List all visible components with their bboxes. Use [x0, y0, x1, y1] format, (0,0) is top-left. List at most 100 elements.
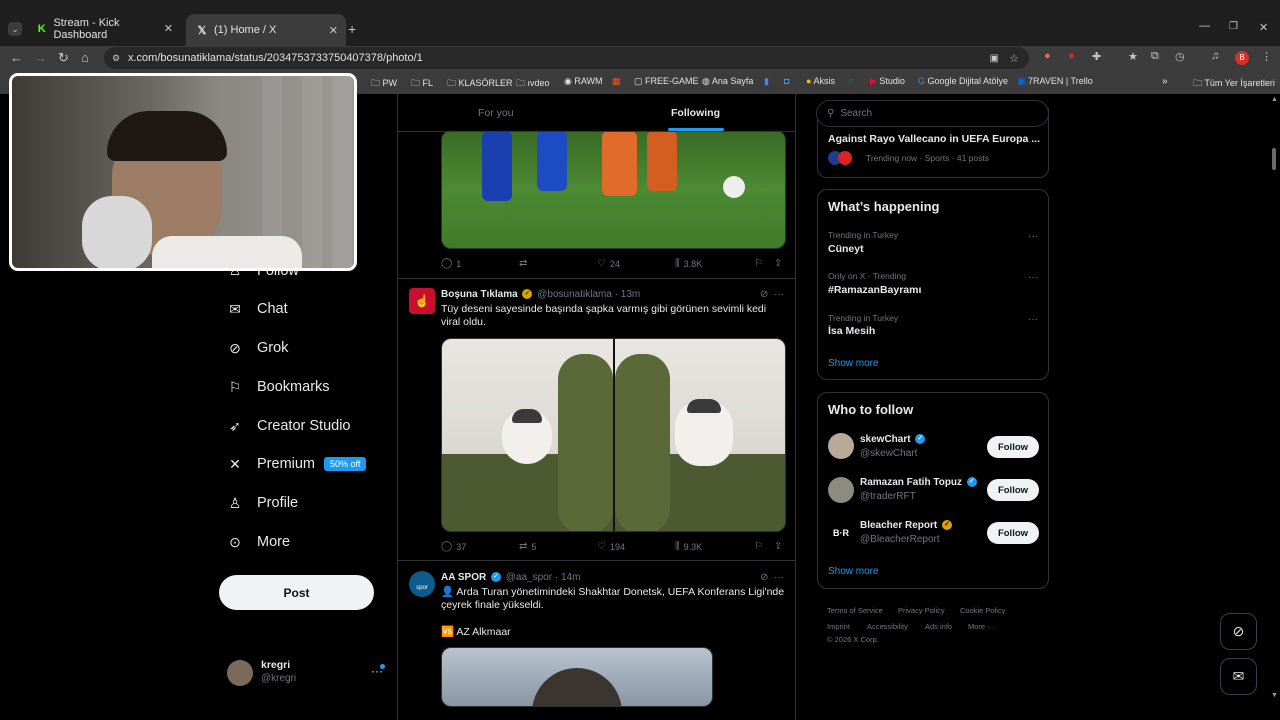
bookmark-star-icon[interactable]: ☆ [1009, 52, 1019, 65]
bookmark-item[interactable]: ◌ [848, 76, 853, 86]
avatar[interactable]: spor [409, 571, 435, 597]
share-button[interactable]: ⇪ [774, 258, 786, 269]
views-button[interactable]: ⫼ 9.3K [675, 541, 702, 552]
bookmark-button[interactable]: ⚐ [754, 258, 767, 269]
author-handle[interactable]: @bosunatiklama [537, 289, 612, 300]
bookmark-item[interactable]: 🗀 ıvdeo [516, 76, 550, 92]
reply-button[interactable]: ◯ 1 [441, 258, 461, 269]
tweet-time[interactable]: · 14m [555, 572, 581, 583]
grok-icon[interactable]: ⊘ [760, 289, 768, 300]
trend-name[interactable]: İsa Mesih [828, 325, 875, 337]
tab-following[interactable]: Following [671, 107, 720, 119]
nav-grok[interactable]: ⊘ Grok [226, 334, 288, 362]
bookmark-item[interactable]: ▣ 7RAVEN | Trello [1017, 76, 1093, 87]
footer-link-privacy[interactable]: Privacy Policy [898, 603, 945, 619]
bookmark-item[interactable]: ◍ Ana Sayfa [702, 76, 753, 87]
user-name[interactable]: skewChart ✓ [860, 434, 927, 445]
more-bookmarks-icon[interactable]: » [1162, 76, 1168, 87]
home-icon[interactable]: ⌂ [81, 50, 89, 65]
footer-link-ads-info[interactable]: Ads info [925, 619, 952, 635]
bookmark-item[interactable]: 🗀 KLASÖRLER [447, 76, 513, 92]
bookmark-button[interactable]: ⚐ [754, 541, 767, 552]
page-scrollbar[interactable]: ▲ ▼ [1268, 94, 1280, 720]
tab-x-home[interactable]: 𝕏 (1) Home / X ✕ [186, 14, 346, 46]
browser-menu-icon[interactable]: ⋮ [1261, 50, 1272, 63]
follow-button[interactable]: Follow [987, 522, 1039, 544]
bookmark-item[interactable]: ▢ FREE-GAME [634, 76, 699, 87]
nav-chat[interactable]: ✉ Chat [226, 295, 288, 323]
author-name[interactable]: Boşuna Tıklama [441, 289, 518, 300]
account-switcher[interactable]: kregri @kregri ··· [227, 658, 387, 690]
bookmark-item[interactable]: ● Aksis [806, 76, 835, 86]
footer-link-more[interactable]: More ··· [968, 619, 995, 635]
footer-link-terms[interactable]: Terms of Service [827, 603, 883, 619]
trend-name[interactable]: #RamazanBayramı [828, 284, 921, 296]
reading-list-icon[interactable]: ★ [1128, 50, 1138, 63]
more-dots-icon[interactable]: ··· [774, 572, 784, 583]
extension-record-icon[interactable]: ● [1068, 50, 1075, 62]
user-name[interactable]: Bleacher Report ✓ [860, 520, 954, 531]
show-more-link[interactable]: Show more [828, 358, 879, 369]
repost-button[interactable]: ⇄ 5 [519, 541, 536, 552]
tab-for-you[interactable]: For you [478, 107, 514, 119]
more-dots-icon[interactable]: ··· [774, 289, 784, 300]
site-info-icon[interactable]: ⚙ [112, 53, 120, 64]
messages-fab-button[interactable]: ✉ [1220, 658, 1257, 695]
extension-icon[interactable]: ● [1044, 50, 1051, 62]
bookmark-item[interactable]: ▮ [764, 76, 769, 87]
minimize-icon[interactable]: — [1199, 20, 1210, 32]
avatar[interactable] [828, 433, 854, 459]
nav-bookmarks[interactable]: ⚐ Bookmarks [226, 373, 330, 401]
address-bar[interactable]: ⚙ x.com/bosunatiklama/status/20347537337… [104, 47, 1029, 69]
repost-button[interactable]: ⇄ [519, 258, 531, 269]
tweet-media-image[interactable] [441, 647, 713, 707]
history-icon[interactable]: ◷ [1175, 50, 1185, 63]
nav-creator-studio[interactable]: ➶ Creator Studio [226, 412, 350, 440]
nav-more[interactable]: ⊙ More [226, 528, 290, 556]
show-more-link[interactable]: Show more [828, 566, 879, 577]
forward-icon[interactable]: → [34, 50, 47, 65]
grok-icon[interactable]: ⊘ [760, 572, 768, 583]
nav-profile[interactable]: ♙ Profile [226, 489, 298, 517]
bookmark-item[interactable]: 🗀 FL [411, 76, 433, 92]
translate-icon[interactable]: ⧉ [1151, 50, 1159, 63]
profile-avatar[interactable]: B [1235, 51, 1249, 65]
bookmark-item[interactable]: 🗀 PW [371, 76, 397, 92]
nav-premium[interactable]: ✕ Premium 50% off [226, 450, 367, 478]
new-tab-icon[interactable]: + [348, 21, 356, 37]
trend-name[interactable]: Cüneyt [828, 243, 864, 255]
all-bookmarks-folder[interactable]: 🗀 Tüm Yer İşaretleri [1193, 76, 1275, 92]
scroll-down-icon[interactable]: ▼ [1271, 692, 1278, 699]
back-icon[interactable]: ← [10, 50, 23, 65]
bookmark-item[interactable]: ◉ RAWM [564, 76, 603, 87]
reply-button[interactable]: ◯ 37 [441, 541, 466, 552]
restore-icon[interactable]: ❐ [1229, 21, 1238, 32]
close-tab-icon[interactable]: ✕ [164, 22, 173, 35]
tab-search-button[interactable]: ⌄ [8, 22, 22, 36]
follow-button[interactable]: Follow [987, 479, 1039, 501]
tab-kick-dashboard[interactable]: K Stream - Kick Dashboard ✕ [26, 17, 181, 41]
scroll-up-icon[interactable]: ▲ [1271, 96, 1278, 103]
more-dots-icon[interactable]: ··· [1028, 272, 1038, 283]
close-tab-icon[interactable]: ✕ [329, 24, 338, 37]
bookmark-item[interactable]: ▶ Studio [870, 76, 905, 87]
bookmark-item[interactable]: ◘ [784, 76, 789, 86]
views-button[interactable]: ⫼ 3.8K [675, 258, 702, 269]
like-button[interactable]: ♡ 194 [597, 541, 625, 552]
more-dots-icon[interactable]: ··· [1028, 314, 1038, 325]
window-close-icon[interactable]: ✕ [1259, 21, 1268, 34]
avatar[interactable]: ☝ [409, 288, 435, 314]
post-button[interactable]: Post [219, 575, 374, 610]
grok-fab-button[interactable]: ⊘ [1220, 613, 1257, 650]
extensions-puzzle-icon[interactable]: ✚ [1092, 50, 1101, 63]
tweet-media-image[interactable] [441, 130, 786, 249]
like-button[interactable]: ♡ 24 [597, 258, 620, 269]
tweet-time[interactable]: · 13m [615, 289, 641, 300]
reload-icon[interactable]: ↻ [58, 50, 69, 66]
avatar[interactable] [828, 477, 854, 503]
more-dots-icon[interactable]: ··· [1028, 231, 1038, 242]
scroll-thumb[interactable] [1272, 148, 1276, 170]
search-input[interactable]: ⚲ Search [816, 100, 1049, 127]
bookmark-item[interactable]: ▦ [612, 76, 621, 87]
bookmark-item[interactable]: G Google Dijital Atölye [918, 76, 1008, 86]
